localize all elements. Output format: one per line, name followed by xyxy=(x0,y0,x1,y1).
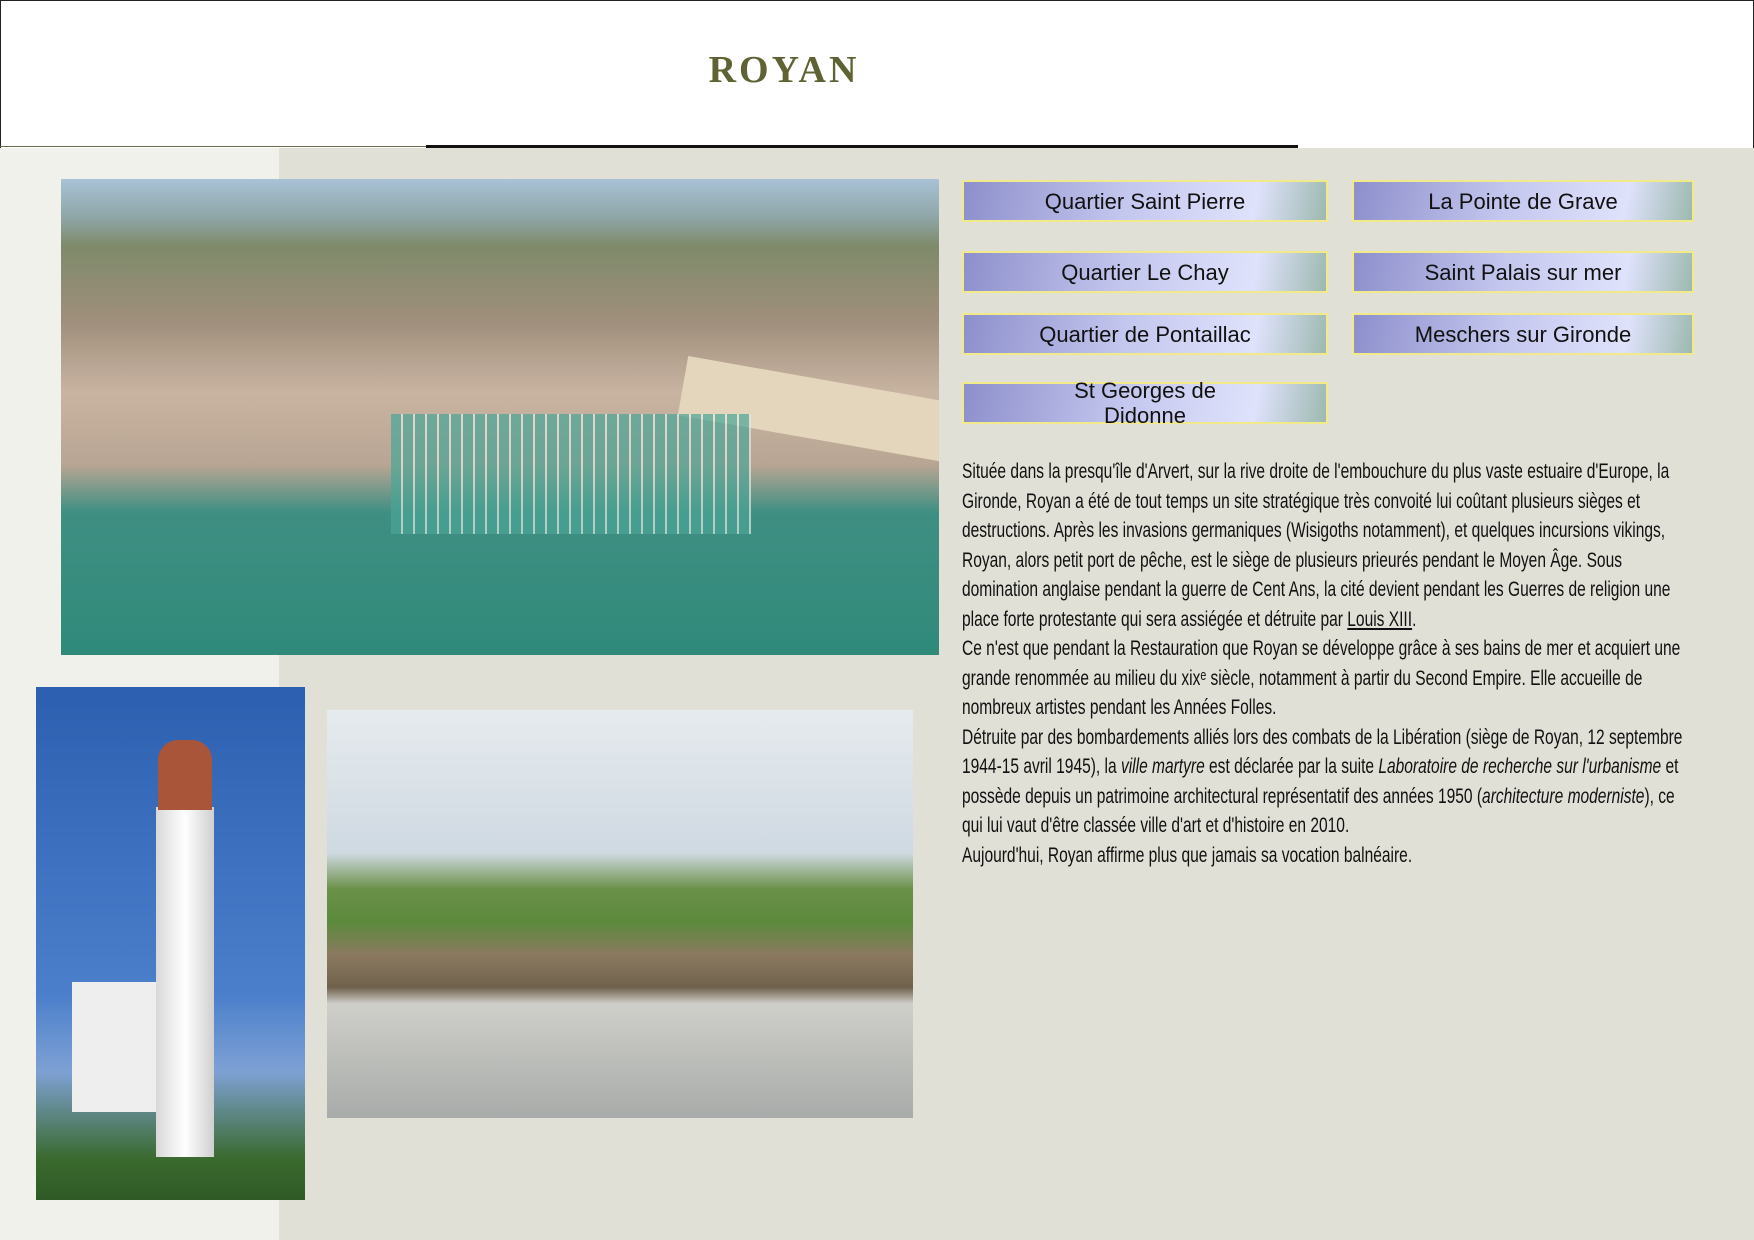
description-text: Située dans la presqu'île d'Arvert, sur … xyxy=(962,457,1687,870)
italic-text: Laboratoire de recherche sur l'urbanisme xyxy=(1378,755,1662,778)
italic-text: architecture moderniste xyxy=(1482,784,1645,808)
text-span: est déclarée par la suite xyxy=(1204,755,1379,778)
paragraph-liberation: Détruite par des bombardements alliés lo… xyxy=(962,723,1687,841)
italic-text: ville martyre xyxy=(1120,755,1205,778)
page-title: ROYAN xyxy=(708,49,860,91)
header-divider-left xyxy=(0,146,426,147)
paragraph-restoration: Ce n'est que pendant la Restauration que… xyxy=(962,637,1681,719)
aerial-photo-royan xyxy=(61,179,939,655)
button-saint-palais-sur-mer[interactable]: Saint Palais sur mer xyxy=(1352,251,1694,293)
header-divider xyxy=(426,145,1298,148)
coast-photo xyxy=(327,710,913,1118)
marina xyxy=(391,414,751,534)
paragraph-today: Aujourd'hui, Royan affirme plus que jama… xyxy=(962,843,1413,867)
button-st-georges-de-didonne[interactable]: St Georges de Didonne xyxy=(962,378,1328,428)
button-quartier-le-chay[interactable]: Quartier Le Chay xyxy=(962,251,1328,293)
paragraph-history: Située dans la presqu'île d'Arvert, sur … xyxy=(962,457,1687,634)
button-quartier-saint-pierre[interactable]: Quartier Saint Pierre xyxy=(962,180,1328,222)
house xyxy=(72,982,162,1112)
button-meschers-sur-gironde[interactable]: Meschers sur Gironde xyxy=(1352,313,1694,355)
text-span: Située dans la presqu'île d'Arvert, sur … xyxy=(962,460,1671,631)
button-la-pointe-de-grave[interactable]: La Pointe de Grave xyxy=(1352,180,1694,222)
lighthouse-tower xyxy=(156,807,214,1157)
lighthouse-lamp xyxy=(158,740,212,810)
text-span: . xyxy=(1412,607,1417,631)
link-louis-xiii[interactable]: Louis XIII xyxy=(1347,608,1412,631)
button-quartier-de-pontaillac[interactable]: Quartier de Pontaillac xyxy=(962,313,1328,355)
lighthouse-photo xyxy=(36,687,305,1200)
